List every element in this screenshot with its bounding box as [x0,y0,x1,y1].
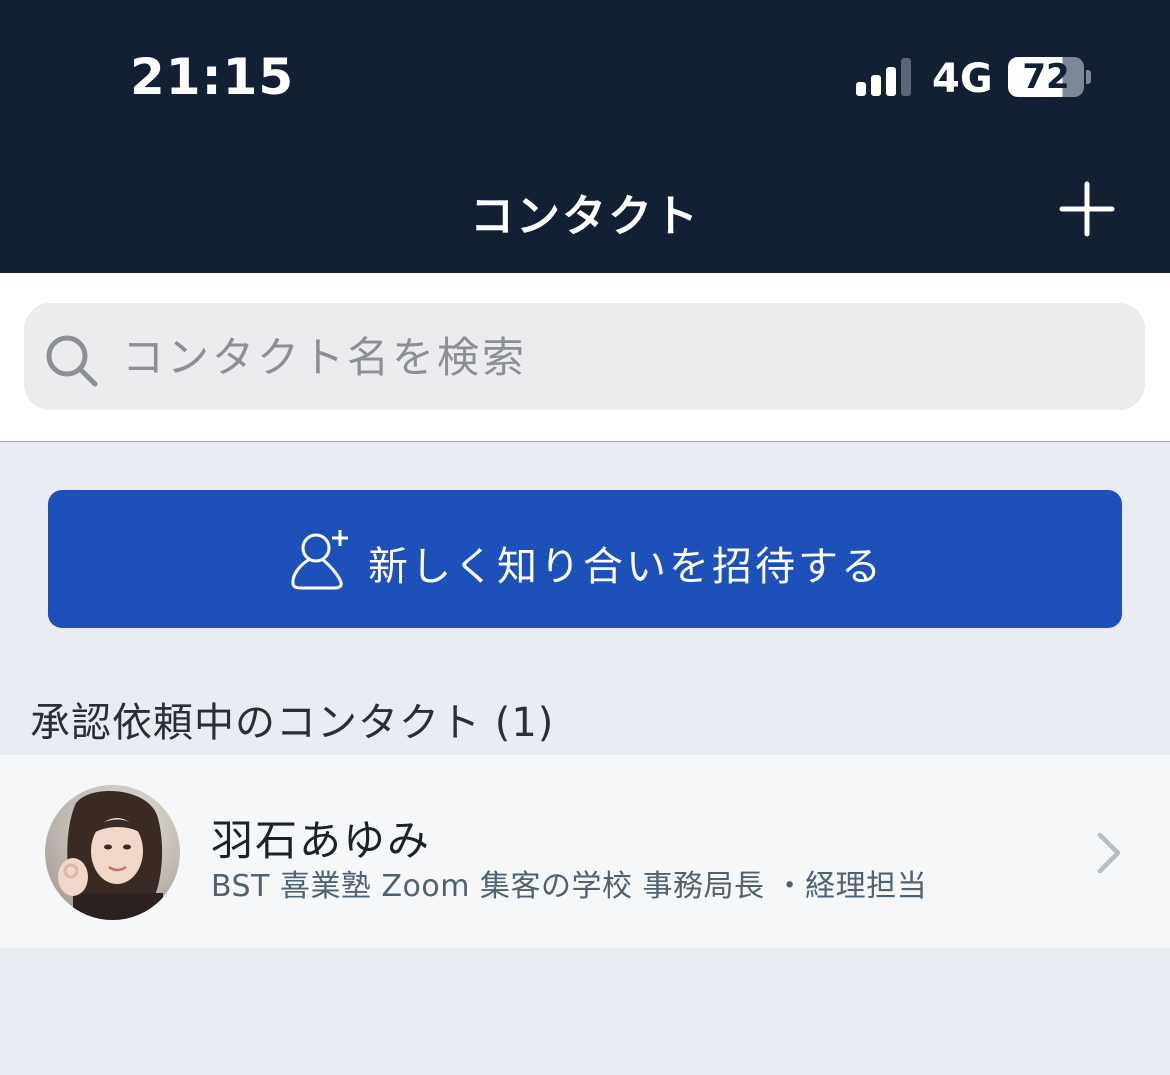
invite-button-label: 新しく知り合いを招待する [368,544,884,590]
contacts-screen: 21:15 4G 72 コンタクト コンタクト名を検索 新しく知り合いを招待する… [0,0,1170,1075]
add-person-icon [291,530,348,590]
plus-icon[interactable] [1058,180,1116,238]
search-box[interactable] [24,303,1145,410]
contact-name: 羽石あゆみ [211,816,432,865]
signal-strength-icon [856,58,911,96]
avatar [45,785,180,920]
pending-contacts-header: 承認依頼中のコンタクト (1) [30,700,555,746]
search-area [0,273,1170,442]
search-input[interactable] [120,325,1104,389]
contact-row[interactable]: 羽石あゆみ BST 喜業塾 Zoom 集客の学校 事務局長 ・経理担当 [0,755,1170,948]
status-time: 21:15 [130,48,295,106]
chevron-right-icon [1097,832,1121,874]
network-type: 4G [932,56,993,102]
contact-title: BST 喜業塾 Zoom 集客の学校 事務局長 ・経理担当 [211,869,928,904]
nav-bar: コンタクト [0,150,1170,273]
battery-level: 72 [1022,57,1070,97]
status-bar: 21:15 4G 72 [0,0,1170,150]
invite-button[interactable]: 新しく知り合いを招待する [48,490,1122,628]
battery-cap [1086,70,1091,84]
battery-icon: 72 [1008,57,1084,97]
page-title: コンタクト [470,191,700,242]
search-icon [46,335,98,387]
